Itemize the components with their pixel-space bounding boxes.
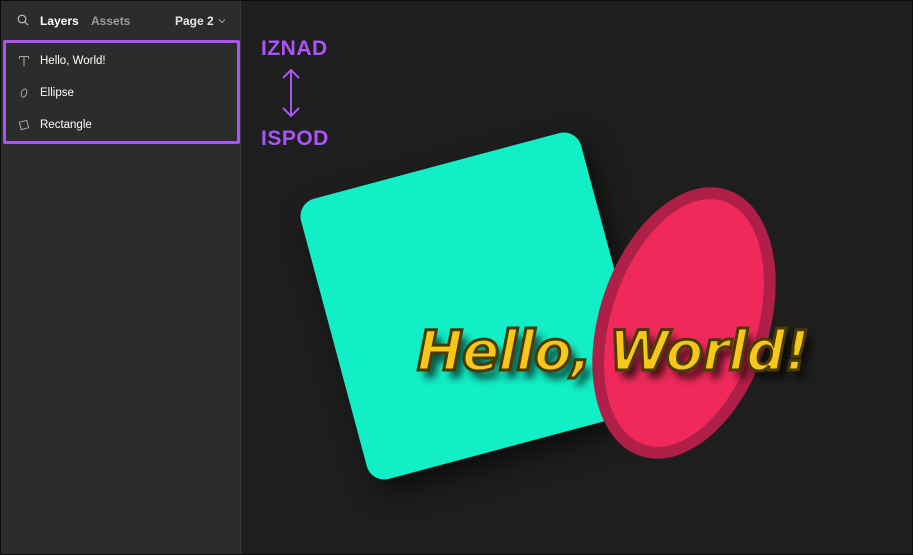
- design-canvas[interactable]: IZNAD ISPOD Hello, World!: [241, 1, 912, 554]
- layer-item-rectangle[interactable]: Rectangle: [6, 109, 237, 141]
- layer-item-hello-world[interactable]: Hello, World!: [6, 45, 237, 77]
- tab-layers[interactable]: Layers: [40, 14, 79, 28]
- ellipse-icon: [20, 88, 28, 98]
- chevron-down-icon: [218, 19, 226, 24]
- annotation-below: ISPOD: [261, 127, 329, 150]
- layers-highlight: Hello, World! Ellipse Rectangle: [3, 40, 240, 144]
- hello-world-text[interactable]: Hello, World!: [416, 318, 812, 385]
- layer-label: Ellipse: [40, 87, 74, 99]
- layer-item-ellipse[interactable]: Ellipse: [6, 77, 237, 109]
- page-selector[interactable]: Page 2: [175, 14, 226, 28]
- up-down-arrow-icon: [282, 68, 300, 118]
- text-icon: [19, 56, 29, 66]
- layer-label: Hello, World!: [40, 55, 106, 67]
- app-window: Layers Assets Page 2 Hello, World! Ellip…: [0, 0, 913, 555]
- rectangle-icon: [18, 119, 30, 131]
- layers-sidebar: Layers Assets Page 2 Hello, World! Ellip…: [1, 1, 241, 554]
- layer-label: Rectangle: [40, 119, 92, 131]
- annotation-above: IZNAD: [261, 37, 328, 60]
- tab-assets[interactable]: Assets: [91, 14, 130, 28]
- page-selector-label: Page 2: [175, 14, 214, 28]
- rectangle-shape[interactable]: [296, 128, 652, 484]
- search-icon[interactable]: [17, 14, 29, 26]
- sidebar-topbar: Layers Assets Page 2: [1, 1, 240, 39]
